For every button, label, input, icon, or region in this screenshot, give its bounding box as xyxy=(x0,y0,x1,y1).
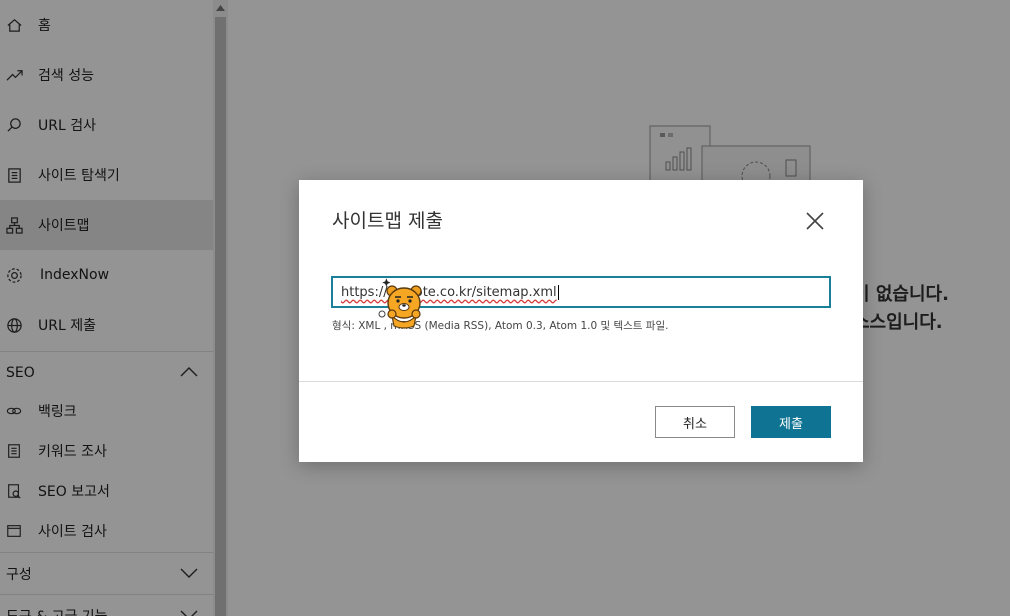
cancel-button[interactable]: 취소 xyxy=(655,406,735,438)
text-caret xyxy=(557,284,559,300)
dialog-divider xyxy=(299,381,863,382)
close-icon[interactable] xyxy=(803,209,827,233)
sitemap-url-value: https:// esnote.co.kr/sitemap.xml xyxy=(341,284,557,300)
submit-button[interactable]: 제출 xyxy=(751,406,831,438)
bear-sticker xyxy=(378,278,422,329)
dialog-title: 사이트맵 제출 xyxy=(332,210,443,232)
